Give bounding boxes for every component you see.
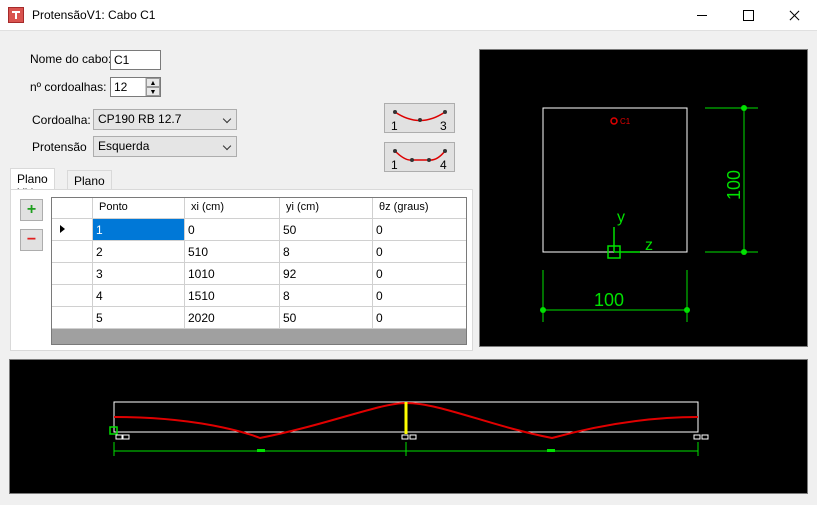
chevron-down-icon (222, 114, 232, 124)
title-bar: ProtensãoV1: Cabo C1 (0, 0, 817, 31)
cell-theta-z[interactable]: 0 (373, 219, 466, 241)
support-left-2 (122, 434, 130, 440)
cell-ponto[interactable]: 5 (93, 307, 185, 329)
minus-icon: − (26, 231, 37, 248)
table-row[interactable]: 1 0 50 0 (52, 219, 466, 241)
curve-4-points-icon: 1 4 (391, 149, 447, 172)
cell-xi[interactable]: 510 (185, 241, 280, 263)
width-dim-tick-right (684, 307, 690, 313)
row-header[interactable] (52, 307, 93, 329)
elevation-view-canvas[interactable] (9, 359, 808, 494)
cell-ponto[interactable]: 2 (93, 241, 185, 263)
cell-theta-z[interactable]: 0 (373, 285, 466, 307)
curve-3-points-icon: 1 3 (391, 110, 447, 133)
strand-count-label: nº cordoalhas: (30, 80, 107, 94)
cell-yi[interactable]: 50 (280, 219, 373, 241)
height-dim-tick-top (741, 105, 747, 111)
cell-theta-z[interactable]: 0 (373, 241, 466, 263)
section-view-canvas[interactable]: C1 y z 100 100 (479, 49, 808, 347)
row-header[interactable] (52, 241, 93, 263)
z-axis-label: z (645, 237, 653, 254)
span-dim-label-left (257, 449, 265, 452)
support-left (115, 434, 123, 440)
app-icon (8, 7, 24, 23)
minimize-icon[interactable] (679, 0, 725, 30)
grid-header-row: Ponto xi (cm) yi (cm) θz (graus) (52, 198, 466, 220)
cell-xi[interactable]: 2020 (185, 307, 280, 329)
cell-yi[interactable]: 8 (280, 241, 373, 263)
cell-ponto[interactable]: 4 (93, 285, 185, 307)
window-title: ProtensãoV1: Cabo C1 (32, 8, 156, 22)
column-header-xi[interactable]: xi (cm) (185, 198, 280, 219)
elevation-drawing (109, 401, 709, 456)
span-dim-label-right (547, 449, 555, 452)
grid-corner (52, 198, 93, 219)
width-dim-tick-left (540, 307, 546, 313)
close-icon[interactable] (771, 0, 817, 30)
cell-yi[interactable]: 92 (280, 263, 373, 285)
table-row[interactable]: 5 2020 50 0 (52, 307, 466, 329)
support-right-2 (701, 434, 709, 440)
cell-xi[interactable]: 0 (185, 219, 280, 241)
cell-xi[interactable]: 1510 (185, 285, 280, 307)
y-axis-label: y (617, 209, 625, 226)
table-row[interactable]: 2 510 8 0 (52, 241, 466, 263)
strand-count-value: 12 (114, 80, 128, 94)
row-header[interactable] (52, 219, 93, 241)
table-row[interactable]: 3 1010 92 0 (52, 263, 466, 285)
remove-point-button[interactable]: − (20, 229, 43, 251)
cable-label: C1 (620, 117, 631, 126)
cell-ponto[interactable]: 3 (93, 263, 185, 285)
plus-icon: + (26, 201, 37, 218)
cell-xi[interactable]: 1010 (185, 263, 280, 285)
height-dim-label: 100 (724, 170, 744, 200)
column-header-yi[interactable]: yi (cm) (280, 198, 373, 219)
section-drawing: C1 y z 100 100 (540, 105, 758, 322)
support-mid-2 (409, 434, 417, 440)
maximize-icon[interactable] (725, 0, 771, 30)
tab-plano-xz[interactable]: Plano XZ (67, 170, 112, 202)
strand-type-select[interactable]: CP190 RB 12.7 (93, 109, 237, 130)
profile-3-points-button[interactable]: 1 3 (384, 103, 455, 133)
table-row[interactable]: 4 1510 8 0 (52, 285, 466, 307)
strand-type-value: CP190 RB 12.7 (98, 112, 182, 126)
column-header-ponto[interactable]: Ponto (93, 198, 185, 219)
height-dim-tick-bottom (741, 249, 747, 255)
profile-3-right-label: 3 (440, 119, 447, 133)
profile-4-points-button[interactable]: 1 4 (384, 142, 455, 172)
cable-name-label: Nome do cabo: (30, 52, 112, 66)
strand-count-stepper[interactable]: ▲ ▼ (145, 78, 160, 96)
support-right (693, 434, 701, 440)
points-grid[interactable]: Ponto xi (cm) yi (cm) θz (graus) 1 0 50 … (51, 197, 467, 345)
support-mid (401, 434, 409, 440)
cell-yi[interactable]: 50 (280, 307, 373, 329)
section-outline (542, 107, 688, 253)
prestress-side-value: Esquerda (98, 139, 150, 153)
cell-theta-z[interactable]: 0 (373, 263, 466, 285)
profile-3-left-label: 1 (391, 119, 398, 133)
prestress-side-label: Protensão (32, 140, 87, 154)
chevron-down-icon (222, 141, 232, 151)
chevron-down-icon[interactable]: ▼ (146, 87, 160, 96)
cell-ponto[interactable]: 1 (93, 219, 185, 241)
row-header[interactable] (52, 285, 93, 307)
profile-4-left-label: 1 (391, 158, 398, 172)
tab-plano-xy[interactable]: Plano XY (10, 168, 55, 200)
profile-4-right-label: 4 (440, 158, 447, 172)
cell-yi[interactable]: 8 (280, 285, 373, 307)
current-row-icon (60, 225, 65, 233)
cable-name-input[interactable]: C1 (110, 50, 161, 70)
prestress-side-select[interactable]: Esquerda (93, 136, 237, 157)
width-dim-label: 100 (594, 290, 624, 310)
cable-position-marker (610, 117, 618, 125)
strand-type-label: Cordoalha: (32, 113, 91, 127)
column-header-theta-z[interactable]: θz (graus) (373, 198, 466, 219)
chevron-up-icon[interactable]: ▲ (146, 78, 160, 87)
row-header[interactable] (52, 263, 93, 285)
cell-theta-z[interactable]: 0 (373, 307, 466, 329)
add-point-button[interactable]: + (20, 199, 43, 221)
